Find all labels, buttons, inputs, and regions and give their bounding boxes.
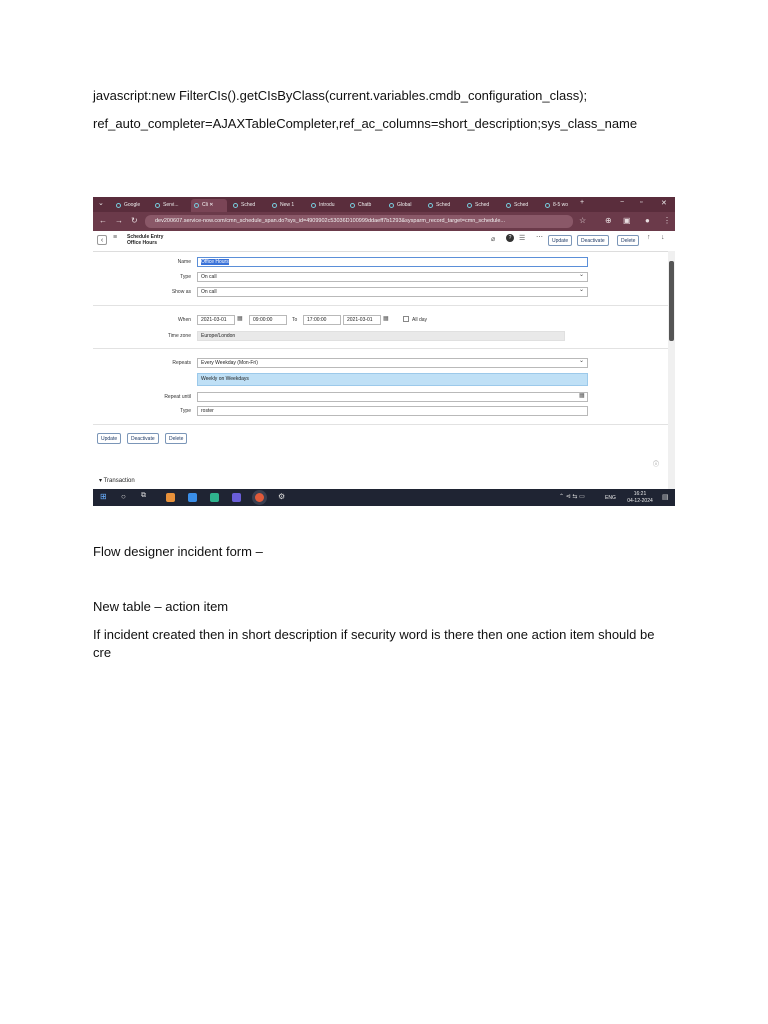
task-view-icon[interactable]: ⧉ bbox=[141, 492, 146, 500]
settings-gear-icon[interactable]: ⚙ bbox=[278, 492, 285, 501]
transaction-section[interactable]: ▾ Transaction bbox=[99, 477, 135, 484]
name-field[interactable]: Office Hours bbox=[197, 257, 588, 267]
chrome-icon[interactable] bbox=[255, 493, 264, 502]
deactivate-button-header[interactable]: Deactivate bbox=[577, 235, 609, 246]
browser-tab[interactable]: Sched bbox=[503, 199, 539, 212]
profile-icon[interactable]: ● bbox=[645, 216, 650, 225]
browser-tab[interactable]: Servi... bbox=[152, 199, 188, 212]
when-date-field[interactable]: 2021-03-01 bbox=[197, 315, 235, 325]
browser-tab[interactable]: Sched bbox=[230, 199, 266, 212]
language-indicator[interactable]: ENG bbox=[605, 495, 616, 501]
forward-icon[interactable]: → bbox=[115, 216, 123, 225]
browser-tab[interactable]: Sched bbox=[425, 199, 461, 212]
extensions-icon[interactable]: ⊕ bbox=[605, 216, 612, 225]
form-divider bbox=[93, 305, 668, 306]
calendar-icon[interactable]: ▦ bbox=[383, 315, 389, 322]
help-icon[interactable]: ? bbox=[506, 234, 514, 242]
name-label: Name bbox=[177, 259, 191, 265]
all-day-checkbox[interactable] bbox=[403, 316, 409, 322]
star-icon[interactable]: ☆ bbox=[579, 216, 586, 225]
calendar-icon[interactable]: ▦ bbox=[237, 315, 243, 322]
browser-tab[interactable]: Introdu bbox=[308, 199, 344, 212]
app-icon[interactable] bbox=[166, 493, 175, 502]
minimize-icon[interactable]: − bbox=[620, 199, 624, 206]
type-select[interactable]: On call bbox=[197, 272, 588, 282]
show-as-select[interactable]: On call bbox=[197, 287, 588, 297]
to-label: To bbox=[292, 317, 298, 323]
reload-icon[interactable]: ↻ bbox=[131, 216, 138, 225]
repeats-select[interactable]: Every Weekday (Mon-Fri) bbox=[197, 358, 588, 368]
repeat-until-field[interactable] bbox=[197, 392, 588, 402]
all-day-label: All day bbox=[412, 317, 428, 323]
more-menu-icon[interactable]: ⋮ bbox=[663, 216, 671, 225]
more-icon[interactable]: ⋯ bbox=[536, 233, 543, 241]
calendar-icon[interactable]: ▦ bbox=[579, 392, 585, 399]
url-field[interactable]: dev200607.service-now.com/cmn_schedule_s… bbox=[145, 215, 573, 228]
scroll-thumb[interactable] bbox=[669, 261, 674, 341]
delete-button-header[interactable]: Delete bbox=[617, 235, 640, 246]
browser-tab[interactable]: Google bbox=[113, 199, 149, 212]
type-label: Type bbox=[180, 274, 191, 280]
form-divider bbox=[93, 424, 668, 425]
search-icon[interactable]: ○ bbox=[121, 492, 126, 501]
deactivate-button[interactable]: Deactivate bbox=[127, 433, 159, 444]
repeats-label: Repeats bbox=[172, 360, 191, 366]
page-scrollbar[interactable] bbox=[668, 251, 675, 489]
to-date-field[interactable]: 2021-03-01 bbox=[343, 315, 381, 325]
back-icon[interactable]: ← bbox=[99, 216, 107, 225]
maximize-icon[interactable]: ▫ bbox=[640, 199, 642, 206]
update-button-header[interactable]: Update bbox=[548, 235, 573, 246]
type2-field[interactable]: roster bbox=[197, 406, 588, 416]
time-zone-field: Europe/London bbox=[197, 331, 565, 341]
doc-line-ref-auto-completer: ref_auto_completer=AJAXTableCompleter,re… bbox=[93, 116, 638, 131]
settings-icon[interactable]: ☰ bbox=[519, 234, 525, 242]
update-button[interactable]: Update bbox=[97, 433, 122, 444]
tray-icons[interactable]: ⌃ ⊲ ⇆ ▭ bbox=[559, 493, 585, 500]
browser-tab[interactable]: Global bbox=[386, 199, 422, 212]
doc-line-javascript: javascript:new FilterCIs().getCIsByClass… bbox=[93, 88, 588, 103]
attachment-icon[interactable]: ⌀ bbox=[491, 235, 495, 243]
windows-taskbar: ⊞ ○ ⧉ ⚙ ⌃ ⊲ ⇆ ▭ ENG 16:21 04-12-2024 ▤ bbox=[93, 489, 675, 506]
teams-icon[interactable] bbox=[232, 493, 241, 502]
clock-time[interactable]: 16:21 bbox=[623, 491, 657, 497]
notification-icon[interactable]: ▤ bbox=[662, 493, 669, 501]
browser-tab-active[interactable]: Cli ✕ bbox=[191, 199, 227, 212]
clock-date[interactable]: 04-12-2024 bbox=[623, 498, 657, 504]
delete-button[interactable]: Delete bbox=[165, 433, 188, 444]
puzzle-icon[interactable]: ▣ bbox=[623, 216, 631, 225]
to-time-field[interactable]: 17:00:00 bbox=[303, 315, 341, 325]
app-icon[interactable] bbox=[188, 493, 197, 502]
browser-tab-strip: ⌄ Google Servi... Cli ✕ Sched New 1 Intr… bbox=[93, 197, 675, 212]
tab-menu-icon[interactable]: ⌄ bbox=[98, 199, 104, 207]
browser-tab[interactable]: Sched bbox=[464, 199, 500, 212]
doc-line-new-table: New table – action item bbox=[93, 599, 229, 614]
windows-start-icon[interactable]: ⊞ bbox=[100, 492, 107, 501]
close-window-icon[interactable]: ✕ bbox=[661, 199, 667, 207]
back-button[interactable]: ‹ bbox=[97, 235, 107, 245]
browser-tab[interactable]: New 1 bbox=[269, 199, 305, 212]
when-time-field[interactable]: 09:00:00 bbox=[249, 315, 287, 325]
arrow-down-icon[interactable]: ↓ bbox=[661, 234, 665, 241]
schedule-entry-form: Name Office Hours Type On call Show as O… bbox=[93, 252, 668, 484]
browser-address-bar: ← → ↻ dev200607.service-now.com/cmn_sche… bbox=[93, 212, 675, 231]
browser-tab[interactable]: Chatb bbox=[347, 199, 383, 212]
info-icon[interactable]: ⓘ bbox=[653, 459, 659, 468]
type2-label: Type bbox=[180, 408, 191, 414]
new-tab-icon[interactable]: + bbox=[580, 199, 584, 206]
doc-line-flow-designer: Flow designer incident form – bbox=[93, 544, 263, 559]
time-zone-label: Time zone bbox=[167, 333, 191, 339]
doc-line-incident-rule: If incident created then in short descri… bbox=[93, 627, 655, 660]
show-as-label: Show as bbox=[171, 289, 191, 295]
record-header: ‹ ≡ Schedule Entry Office Hours ⌀ ? ☰ ⋯ … bbox=[93, 231, 675, 252]
embedded-screenshot: ⌄ Google Servi... Cli ✕ Sched New 1 Intr… bbox=[93, 197, 675, 506]
arrow-up-icon[interactable]: ↑ bbox=[647, 234, 651, 241]
edge-icon[interactable] bbox=[210, 493, 219, 502]
repeat-until-label: Repeat until bbox=[164, 394, 191, 400]
hamburger-icon[interactable]: ≡ bbox=[113, 234, 117, 241]
browser-tab[interactable]: 8-5 wo bbox=[542, 199, 578, 212]
when-label: When bbox=[177, 317, 191, 323]
header-subtitle: Office Hours bbox=[127, 240, 158, 246]
form-divider bbox=[93, 348, 668, 349]
repeats-summary: Weekly on Weekdays bbox=[197, 373, 588, 386]
